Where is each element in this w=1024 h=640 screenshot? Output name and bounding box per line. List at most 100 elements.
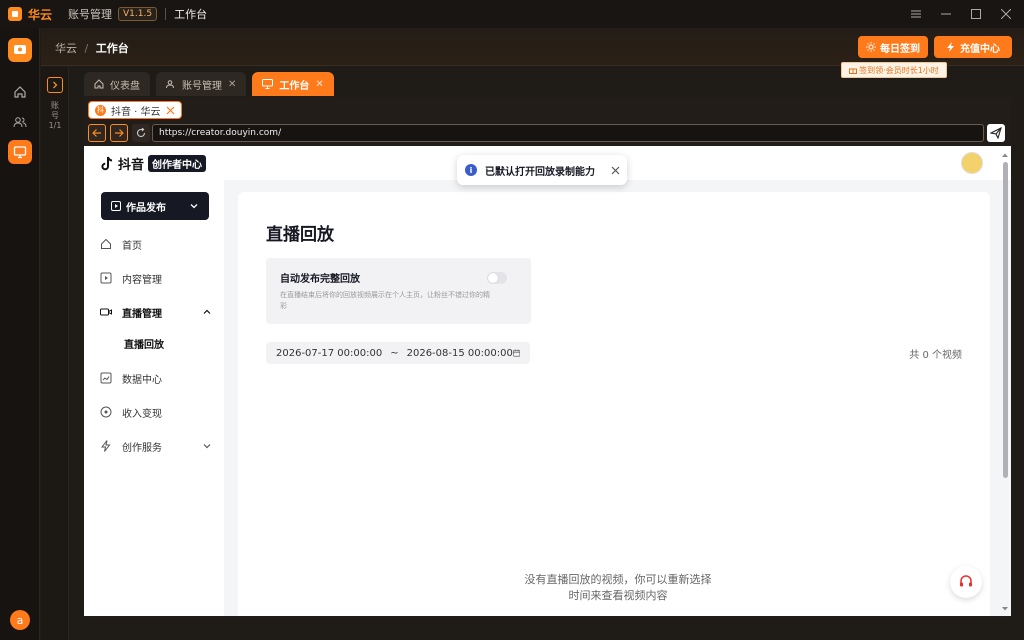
tiktok-icon xyxy=(101,156,113,170)
title-divider xyxy=(165,8,167,20)
menu-label: 直播管理 xyxy=(122,308,162,320)
close-icon[interactable] xyxy=(166,106,175,115)
minimize-icon[interactable] xyxy=(936,4,956,24)
close-window-icon[interactable] xyxy=(996,4,1016,24)
tab-workbench[interactable]: 工作台 ✕ xyxy=(252,72,334,96)
go-button[interactable] xyxy=(987,124,1005,142)
tooltip-text: 签到领·会员时长1小时 xyxy=(859,65,939,75)
account-count-label: 账号 1/1 xyxy=(48,101,62,130)
close-icon[interactable] xyxy=(611,166,620,175)
auto-publish-toggle[interactable] xyxy=(487,272,507,284)
empty-state: 没有直播回放的视频，你可以重新选择 时间来查看视频内容 xyxy=(508,572,728,604)
breadcrumb: 华云 / 工作台 xyxy=(55,40,129,56)
scroll-down-icon[interactable] xyxy=(1001,606,1009,612)
url-input[interactable]: https://creator.douyin.com/ xyxy=(152,124,984,142)
menu-item-service[interactable]: 创作服务 xyxy=(100,436,212,456)
date-range-picker[interactable]: 2026-07-17 00:00:00 ~ 2026-08-15 00:00:0… xyxy=(266,342,530,364)
menu-item-home[interactable]: 首页 xyxy=(100,234,212,254)
page-scrollbar[interactable] xyxy=(1001,153,1009,612)
play-square-icon xyxy=(100,272,112,284)
menu-item-content[interactable]: 内容管理 xyxy=(100,268,212,288)
auto-publish-card: 自动发布完整回放 在直播结束后将你的回放视频展示在个人主页，让粉丝不错过你的精彩 xyxy=(266,258,531,324)
menu-item-data[interactable]: 数据中心 xyxy=(100,368,212,388)
chevron-down-icon xyxy=(190,204,198,209)
close-tab-icon[interactable]: ✕ xyxy=(315,79,323,90)
customer-support-button[interactable] xyxy=(950,566,982,598)
tab-dashboard[interactable]: 仪表盘 xyxy=(84,72,150,96)
send-icon xyxy=(990,127,1002,139)
recharge-button[interactable]: 充值中心 xyxy=(934,36,1012,58)
info-icon: i xyxy=(465,164,477,176)
menu-label: 收入变现 xyxy=(122,408,162,420)
play-square-icon xyxy=(111,201,121,211)
video-count: 共 0 个视频 xyxy=(909,350,962,361)
breadcrumb-root[interactable]: 华云 xyxy=(55,42,77,55)
expand-chevron-icon[interactable] xyxy=(47,77,63,93)
tab-label: 账号管理 xyxy=(182,80,222,92)
chevron-down-icon xyxy=(203,444,211,449)
menu-item-income[interactable]: 收入变现 xyxy=(100,402,212,422)
publish-button[interactable]: 作品发布 xyxy=(101,192,209,220)
arrow-right-icon xyxy=(115,129,124,137)
home-icon xyxy=(94,79,104,89)
menu-label: 数据中心 xyxy=(122,374,162,386)
home-icon xyxy=(101,238,111,249)
auto-publish-description: 在直播结束后将你的回放视频展示在个人主页，让粉丝不错过你的精彩 xyxy=(280,291,490,310)
menu-label: 首页 xyxy=(122,240,142,252)
menu-item-replay[interactable]: 直播回放 xyxy=(124,336,164,351)
menu-label: 创作服务 xyxy=(122,442,162,454)
users-icon xyxy=(166,80,174,89)
app-logo-icon xyxy=(8,7,22,21)
coin-icon xyxy=(100,406,112,418)
brand-logo-icon xyxy=(8,38,32,62)
title-bar: 华云 账号管理 V1.1.5 工作台 xyxy=(0,0,1024,28)
tab-label: 仪表盘 xyxy=(110,80,140,92)
monitor-icon xyxy=(262,79,274,89)
refresh-button[interactable] xyxy=(132,124,150,142)
toast-text: 已默认打开回放录制能力 xyxy=(485,166,595,178)
refresh-icon xyxy=(136,128,146,138)
back-button[interactable] xyxy=(88,124,106,142)
window-title: 账号管理 xyxy=(68,8,113,21)
forward-button[interactable] xyxy=(110,124,128,142)
gift-icon xyxy=(849,68,858,74)
daily-checkin-button[interactable]: 每日签到 xyxy=(858,36,928,58)
breadcrumb-separator: / xyxy=(84,42,89,55)
monitor-icon[interactable] xyxy=(8,140,32,164)
tab-account-management[interactable]: 账号管理 ✕ xyxy=(156,72,247,96)
page-title: 直播回放 xyxy=(266,225,334,245)
lightning-icon xyxy=(100,440,111,452)
maximize-icon[interactable] xyxy=(966,4,986,24)
scroll-up-icon[interactable] xyxy=(1001,152,1009,158)
recharge-label: 充值中心 xyxy=(960,43,1000,55)
scrollbar-thumb[interactable] xyxy=(1003,162,1008,478)
menu-item-live[interactable]: 直播管理 xyxy=(100,302,212,322)
header-bar: 华云 / 工作台 每日签到 充值中心 签到领·会员时长1小时 xyxy=(41,28,1024,78)
calendar-icon xyxy=(512,349,520,357)
creator-avatar[interactable] xyxy=(961,152,983,174)
checkin-tooltip: 签到领·会员时长1小时 xyxy=(841,62,947,78)
logo-text: 抖音 xyxy=(118,158,145,173)
site-favicon-icon: 抖 xyxy=(95,104,106,116)
arrow-left-icon xyxy=(92,129,101,137)
date-start[interactable]: 2026-07-17 00:00:00 xyxy=(276,348,382,359)
menu-label: 内容管理 xyxy=(122,274,162,286)
empty-state-line: 时间来查看视频内容 xyxy=(568,589,668,602)
user-avatar[interactable]: a xyxy=(10,610,30,630)
left-rail: a xyxy=(0,28,40,640)
date-separator: ~ xyxy=(390,347,399,359)
chart-icon xyxy=(100,372,112,384)
version-badge: V1.1.5 xyxy=(118,7,158,21)
account-strip: 账号 1/1 xyxy=(41,67,69,640)
home-icon[interactable] xyxy=(8,80,32,104)
empty-state-line: 没有直播回放的视频，你可以重新选择 xyxy=(524,573,712,586)
users-icon[interactable] xyxy=(8,110,32,134)
date-end[interactable]: 2026-08-15 00:00:00 xyxy=(407,348,513,359)
douyin-logo[interactable]: 抖音 创作者中心 xyxy=(100,154,207,173)
browser-tab[interactable]: 抖 抖音 · 华云 xyxy=(88,101,182,119)
tab-label: 工作台 xyxy=(279,80,310,92)
creator-sidebar: 作品发布 首页 内容管理 直播管理 直播回放 数据中心 收入变现 创作服务 xyxy=(84,180,224,616)
close-tab-icon[interactable]: ✕ xyxy=(228,79,236,90)
info-toast: i 已默认打开回放录制能力 xyxy=(457,155,627,185)
menu-icon[interactable] xyxy=(906,4,926,24)
